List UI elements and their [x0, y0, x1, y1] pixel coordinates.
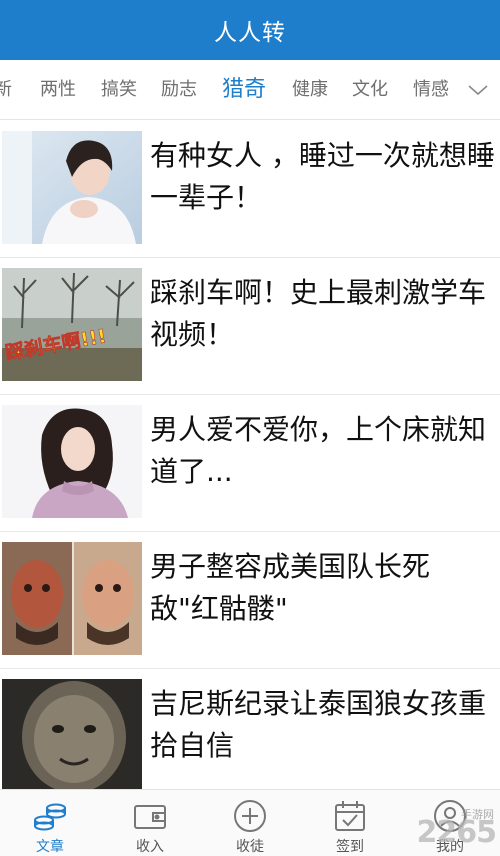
- nav-label: 收入: [136, 839, 164, 855]
- nav-label: 签到: [336, 839, 364, 855]
- article-thumbnail: [2, 131, 142, 244]
- user-icon: [432, 798, 468, 834]
- article-title[interactable]: 男人爱不爱你，上个床就知道了...: [150, 409, 495, 493]
- nav-profile[interactable]: 我的: [400, 790, 500, 856]
- tab-inspirational[interactable]: 励志: [161, 60, 197, 119]
- tab-health[interactable]: 健康: [292, 60, 328, 119]
- chevron-down-icon: [468, 85, 488, 96]
- nav-income[interactable]: 收入: [100, 790, 200, 856]
- article-item[interactable]: 男子整容成美国队长死敌"红骷髅": [0, 532, 500, 669]
- article-item[interactable]: 有种女人 ，睡过一次就想睡一辈子！: [0, 121, 500, 258]
- coins-icon: [32, 798, 68, 834]
- article-item[interactable]: 男人爱不爱你，上个床就知道了...: [0, 395, 500, 532]
- category-tab-bar: 新 两性 搞笑 励志 猎奇 健康 文化 情感: [0, 60, 500, 120]
- nav-label: 文章: [36, 839, 64, 855]
- tab-curiosities[interactable]: 猎奇: [222, 60, 266, 119]
- calendar-check-icon: [332, 798, 368, 834]
- nav-label: 我的: [436, 839, 464, 855]
- tab-expand-button[interactable]: [456, 60, 500, 119]
- article-thumbnail: [2, 542, 142, 655]
- tab-culture[interactable]: 文化: [352, 60, 388, 119]
- nav-label: 收徒: [236, 839, 264, 855]
- article-item[interactable]: 吉尼斯纪录让泰国狼女孩重拾自信: [0, 669, 500, 789]
- article-list: 有种女人 ，睡过一次就想睡一辈子！ 踩刹车啊!!! 踩刹车啊！史上最刺激学车视频…: [0, 121, 500, 789]
- tab-emotion[interactable]: 情感: [413, 60, 449, 119]
- tab-new[interactable]: 新: [0, 60, 12, 119]
- article-thumbnail: [2, 405, 142, 518]
- tab-funny[interactable]: 搞笑: [101, 60, 137, 119]
- nav-recruit[interactable]: 收徒: [200, 790, 300, 856]
- article-title[interactable]: 吉尼斯纪录让泰国狼女孩重拾自信: [150, 683, 495, 767]
- wallet-icon: [132, 798, 168, 834]
- article-title[interactable]: 有种女人 ，睡过一次就想睡一辈子！: [150, 135, 495, 219]
- bottom-navigation: 文章 收入 收徒 签到 我的 手游网 2265: [0, 789, 500, 856]
- article-title[interactable]: 踩刹车啊！史上最刺激学车视频！: [150, 272, 495, 356]
- nav-checkin[interactable]: 签到: [300, 790, 400, 856]
- plus-circle-icon: [232, 798, 268, 834]
- article-thumbnail: 踩刹车啊!!!: [2, 268, 142, 381]
- article-thumbnail: [2, 679, 142, 789]
- app-title: 人人转: [214, 20, 286, 46]
- tab-relationships[interactable]: 两性: [40, 60, 76, 119]
- nav-articles[interactable]: 文章: [0, 790, 100, 856]
- article-item[interactable]: 踩刹车啊!!! 踩刹车啊！史上最刺激学车视频！: [0, 258, 500, 395]
- app-title-bar: 人人转: [0, 0, 500, 60]
- article-title[interactable]: 男子整容成美国队长死敌"红骷髅": [150, 546, 495, 630]
